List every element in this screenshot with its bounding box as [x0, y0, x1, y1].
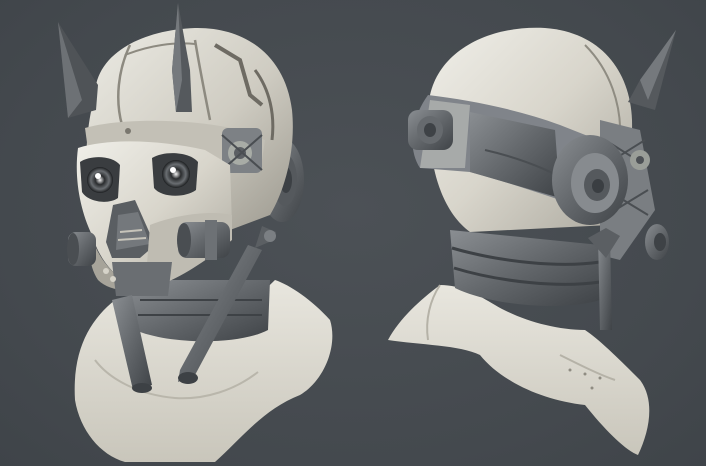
- jaw-cylinder-right: [177, 220, 230, 260]
- band-knob-left: [408, 110, 453, 150]
- helmet-render: [58, 3, 676, 462]
- helmet-rear-view: [388, 27, 676, 455]
- ear-disc-right: [552, 135, 628, 225]
- render-viewport: [0, 0, 706, 466]
- helmet-front-view: [58, 3, 333, 462]
- eye-lens-left: [87, 167, 113, 193]
- jaw-cylinder-left: [67, 232, 96, 266]
- neck-rings-right: [450, 230, 600, 307]
- eye-lens-right: [162, 160, 190, 188]
